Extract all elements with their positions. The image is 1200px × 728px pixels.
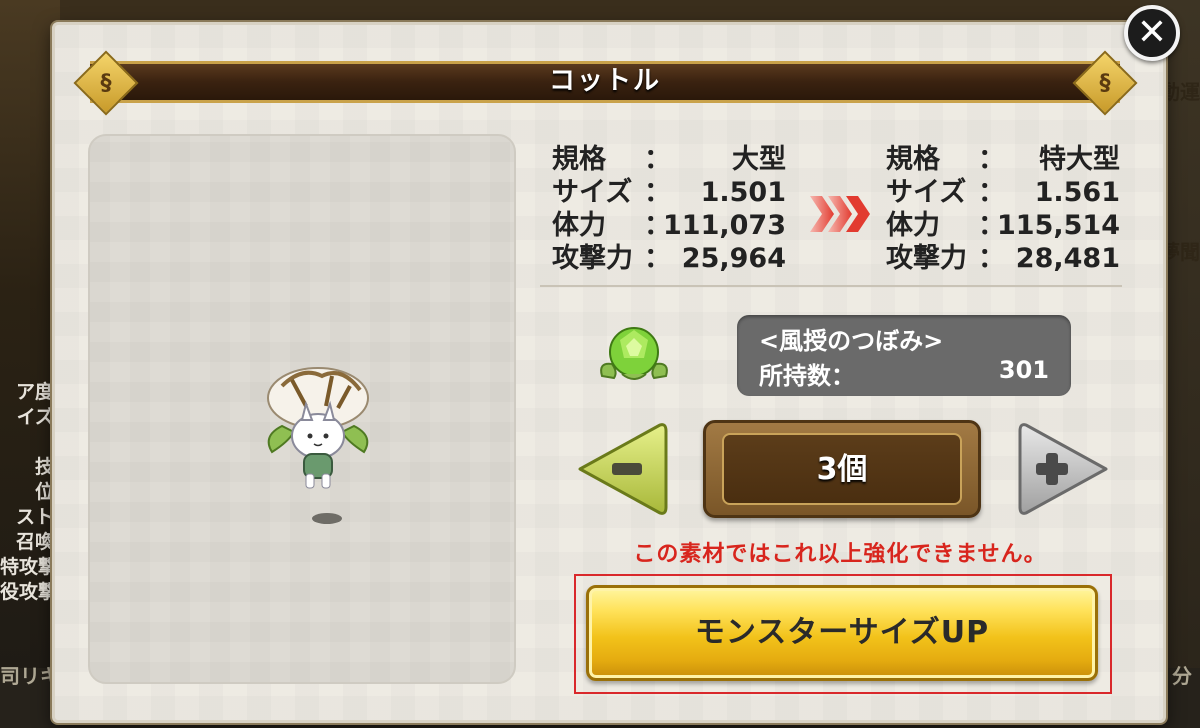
monster-size-up-button[interactable]: モンスターサイズUP	[586, 585, 1098, 681]
minus-arrow-icon	[612, 463, 642, 475]
material-count-value: 301	[998, 356, 1049, 384]
increase-quantity-button[interactable]	[1018, 421, 1110, 517]
quantity-value: 3個	[722, 433, 962, 505]
material-name: <風授のつぼみ>	[759, 327, 944, 355]
monster-sprite-icon	[267, 367, 369, 489]
stat-row-grade: 規格 ： 特大型	[886, 144, 1120, 175]
stat-row-grade: 規格 ： 大型	[552, 144, 786, 175]
decrease-quantity-button[interactable]	[576, 421, 668, 517]
warning-message: この素材ではこれ以上強化できません。	[633, 542, 1047, 567]
stats-after: 規格 ： 特大型 サイズ ： 1.561 体力 ： 115,514 攻撃力 ： …	[886, 143, 1120, 275]
close-icon: ✕	[1136, 12, 1168, 53]
stat-row-size: サイズ ： 1.501	[552, 177, 786, 208]
background-left-panel	[0, 0, 60, 728]
monster-shadow	[312, 513, 342, 524]
background-side-list: ア度 イズ 技 位 スト 召喚 特攻撃 役攻撃	[0, 381, 58, 603]
dialog-title: コットル	[548, 66, 661, 96]
close-button[interactable]: ✕	[1124, 5, 1180, 61]
stat-row-hp: 体力 ： 111,073	[552, 210, 786, 241]
background-label-bottom-left: 司リキ	[0, 664, 60, 688]
stats-before: 規格 ： 大型 サイズ ： 1.501 体力 ： 111,073 攻撃力 ： 2…	[552, 143, 786, 275]
stat-row-attack: 攻撃力 ： 28,481	[886, 243, 1120, 274]
material-count-label: 所持数：	[759, 362, 855, 390]
stat-row-size: サイズ ： 1.561	[886, 177, 1120, 208]
background-label-right-2: 夢聞	[1160, 240, 1200, 264]
green-bud-icon	[600, 327, 668, 380]
stat-row-attack: 攻撃力 ： 25,964	[552, 243, 786, 274]
material-info-box: <風授のつぼみ> 所持数： 301	[737, 315, 1071, 396]
quantity-display: 3個	[703, 420, 981, 518]
section-divider	[540, 285, 1122, 287]
stat-row-hp: 体力 ： 115,514	[886, 210, 1120, 241]
background-label-right-1: 動運	[1160, 80, 1200, 104]
upgrade-arrow-icon	[810, 196, 870, 232]
background-label-bottom-right: 分	[1172, 664, 1192, 688]
